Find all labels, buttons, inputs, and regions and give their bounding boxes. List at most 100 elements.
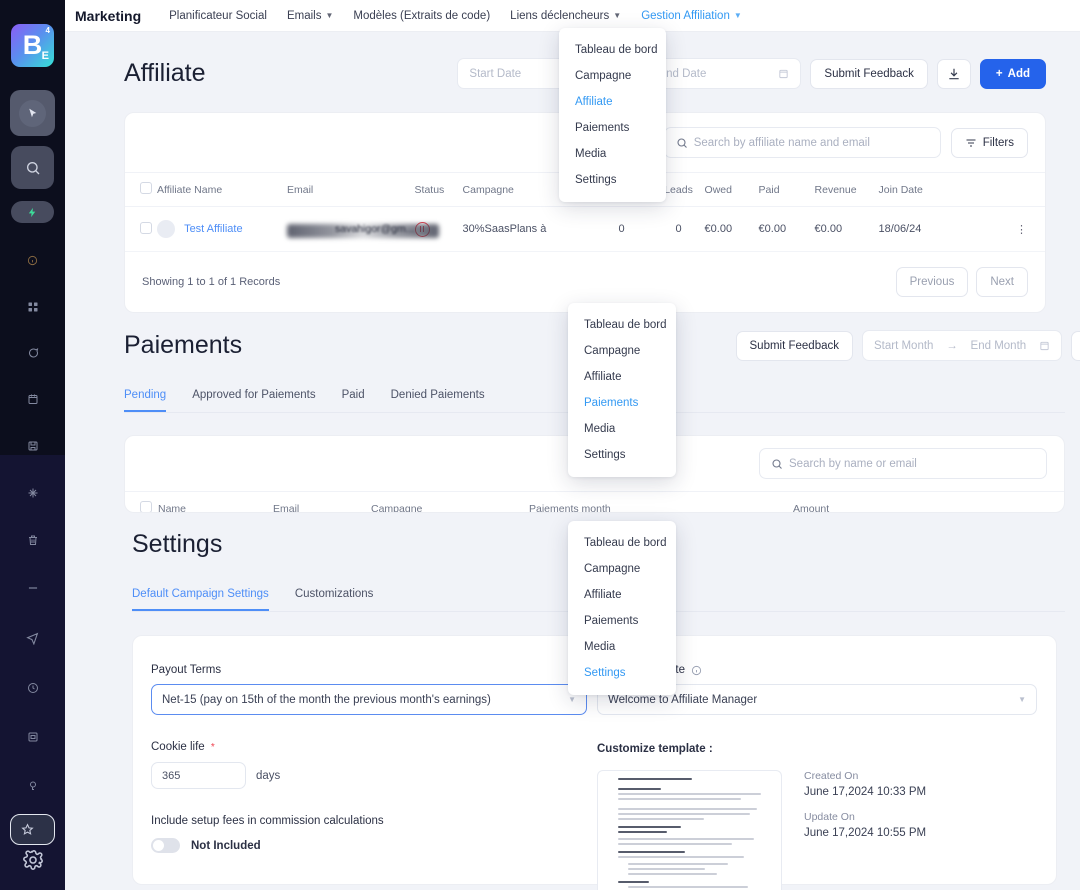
menu-item-affiliate[interactable]: Affiliate — [568, 582, 676, 608]
records-count: Showing 1 to 1 of 1 Records — [142, 276, 281, 288]
row-actions-menu[interactable]: ⋮ — [950, 206, 1045, 252]
paiements-search-input[interactable]: Search by name or email — [759, 448, 1047, 479]
download-button[interactable] — [936, 58, 971, 89]
menu-item-campagne[interactable]: Campagne — [568, 338, 676, 364]
filters-label: Filters — [982, 136, 1014, 149]
dropdown-menu-paiements[interactable]: Tableau de bord Campagne Affiliate Paiem… — [568, 303, 676, 477]
add-button[interactable]: + Add — [979, 58, 1046, 89]
setup-fees-group: Include setup fees in commission calcula… — [151, 815, 587, 853]
nav-label: Liens déclencheurs — [510, 9, 610, 22]
paiements-table: Name Email Campagne Paiements month Amou… — [125, 491, 1064, 512]
affiliate-name-link[interactable]: Test Affiliate — [184, 223, 243, 235]
nav-item-planificateur-social[interactable]: Planificateur Social — [169, 10, 267, 22]
nav-item-modeles[interactable]: Modèles (Extraits de code) — [353, 10, 490, 22]
cell-affiliate-name: Test Affiliate — [157, 206, 287, 252]
nav-brand: Marketing — [75, 7, 142, 24]
paiements-submit-feedback-button[interactable]: Submit Feedback — [735, 330, 853, 361]
customize-template-label: Customize template : — [597, 743, 713, 755]
menu-item-campagne[interactable]: Campagne — [568, 556, 676, 582]
cursor-click-icon[interactable] — [10, 90, 55, 136]
setup-fees-toggle[interactable] — [151, 838, 180, 853]
menu-item-campagne[interactable]: Campagne — [559, 63, 666, 89]
tab-paid[interactable]: Paid — [342, 389, 365, 412]
star-icon[interactable] — [10, 814, 55, 845]
cookie-life-text: Cookie life — [151, 741, 205, 753]
menu-item-tableau-de-bord[interactable]: Tableau de bord — [568, 530, 676, 556]
cell-join-date: 18/06/24 — [878, 206, 951, 252]
logo-sup: 4 — [45, 26, 50, 35]
info-icon[interactable] — [10, 238, 55, 283]
menu-item-settings[interactable]: Settings — [559, 167, 666, 193]
menu-item-media[interactable]: Media — [559, 141, 666, 167]
menu-item-settings[interactable]: Settings — [568, 442, 676, 468]
archive-icon[interactable] — [10, 714, 55, 759]
col-paid: Paid — [758, 172, 815, 207]
nav-item-gestion-affiliation[interactable]: Gestion Affiliation ▼ — [641, 10, 742, 22]
tab-approved-for-paiements[interactable]: Approved for Paiements — [192, 389, 315, 412]
menu-item-paiements[interactable]: Paiements — [568, 390, 676, 416]
nav-item-liens-declencheurs[interactable]: Liens déclencheurs ▼ — [510, 10, 621, 22]
previous-button[interactable]: Previous — [895, 267, 969, 297]
end-date-input[interactable]: End Date — [646, 58, 802, 89]
select-all-checkbox[interactable] — [140, 182, 152, 194]
col-status: Status — [414, 172, 463, 207]
lightning-icon[interactable] — [11, 201, 54, 223]
range-arrow-icon: → — [946, 339, 958, 352]
plus-icon: + — [995, 67, 1003, 80]
paiements-select-all-checkbox[interactable] — [140, 501, 152, 512]
tab-pending[interactable]: Pending — [124, 389, 167, 412]
sparkle-icon[interactable] — [10, 470, 55, 515]
menu-item-tableau-de-bord[interactable]: Tableau de bord — [568, 312, 676, 338]
menu-item-media[interactable]: Media — [568, 416, 676, 442]
menu-item-settings[interactable]: Settings — [568, 660, 676, 686]
send-icon[interactable] — [10, 616, 55, 661]
tab-default-campaign-settings[interactable]: Default Campaign Settings — [132, 588, 269, 611]
bulb-icon[interactable] — [10, 763, 55, 808]
payout-terms-select[interactable]: Net-15 (pay on 15th of the month the pre… — [151, 684, 587, 715]
menu-item-paiements[interactable]: Paiements — [568, 608, 676, 634]
month-range-input[interactable]: Start Month → End Month — [862, 330, 1062, 361]
payout-terms-value: Net-15 (pay on 15th of the month the pre… — [162, 693, 491, 706]
table-row[interactable]: Test Affiliate savahigor@gm... 30%SaasPl… — [125, 206, 1045, 252]
end-month-placeholder: End Month — [970, 339, 1027, 352]
calendar-icon[interactable] — [10, 376, 55, 421]
dropdown-menu-affiliate[interactable]: Tableau de bord Campagne Affiliate Paiem… — [559, 28, 666, 202]
nav-label: Gestion Affiliation — [641, 9, 730, 22]
nav-label: Emails — [286, 9, 322, 22]
menu-item-affiliate[interactable]: Affiliate — [559, 89, 666, 115]
menu-item-media[interactable]: Media — [568, 634, 676, 660]
nav-item-emails[interactable]: Emails ▼ — [287, 10, 333, 22]
created-on-value: June 17,2024 10:33 PM — [804, 786, 927, 798]
gear-icon[interactable] — [22, 849, 44, 876]
filters-button[interactable]: Filters — [950, 127, 1028, 158]
app-logo[interactable]: B E 4 — [11, 24, 54, 67]
next-button[interactable]: Next — [976, 267, 1028, 297]
menu-item-tableau-de-bord[interactable]: Tableau de bord — [559, 37, 666, 63]
affiliate-search-input[interactable]: Search by affiliate name and email — [663, 127, 941, 158]
page-title-paiements: Paiements — [124, 331, 243, 359]
tab-denied-paiements[interactable]: Denied Paiements — [391, 389, 485, 412]
submit-feedback-button[interactable]: Submit Feedback — [810, 58, 928, 89]
grid-icon[interactable] — [10, 284, 55, 329]
add-label: Add — [1007, 67, 1030, 80]
logo-sub: E — [41, 50, 49, 62]
search-icon[interactable] — [11, 146, 54, 189]
row-checkbox[interactable] — [140, 221, 152, 234]
save-icon[interactable] — [10, 423, 55, 468]
email-template-preview[interactable] — [597, 770, 782, 890]
cell-clicks: 0 — [590, 206, 653, 252]
chevron-down-icon: ▼ — [613, 11, 622, 20]
tab-customizations[interactable]: Customizations — [295, 588, 374, 611]
cell-paid: €0.00 — [758, 206, 815, 252]
clock-icon[interactable] — [10, 665, 55, 710]
menu-item-affiliate[interactable]: Affiliate — [568, 364, 676, 390]
dropdown-menu-settings[interactable]: Tableau de bord Campagne Affiliate Paiem… — [568, 521, 676, 695]
cookie-life-input[interactable]: 365 — [151, 762, 246, 789]
chat-icon[interactable] — [10, 330, 55, 375]
info-icon[interactable] — [691, 665, 702, 676]
menu-item-paiements[interactable]: Paiements — [559, 115, 666, 141]
trash-icon[interactable] — [10, 517, 55, 562]
minus-icon[interactable] — [10, 565, 55, 610]
cookie-life-value: 365 — [162, 769, 181, 782]
paiements-download-button[interactable] — [1071, 330, 1080, 361]
